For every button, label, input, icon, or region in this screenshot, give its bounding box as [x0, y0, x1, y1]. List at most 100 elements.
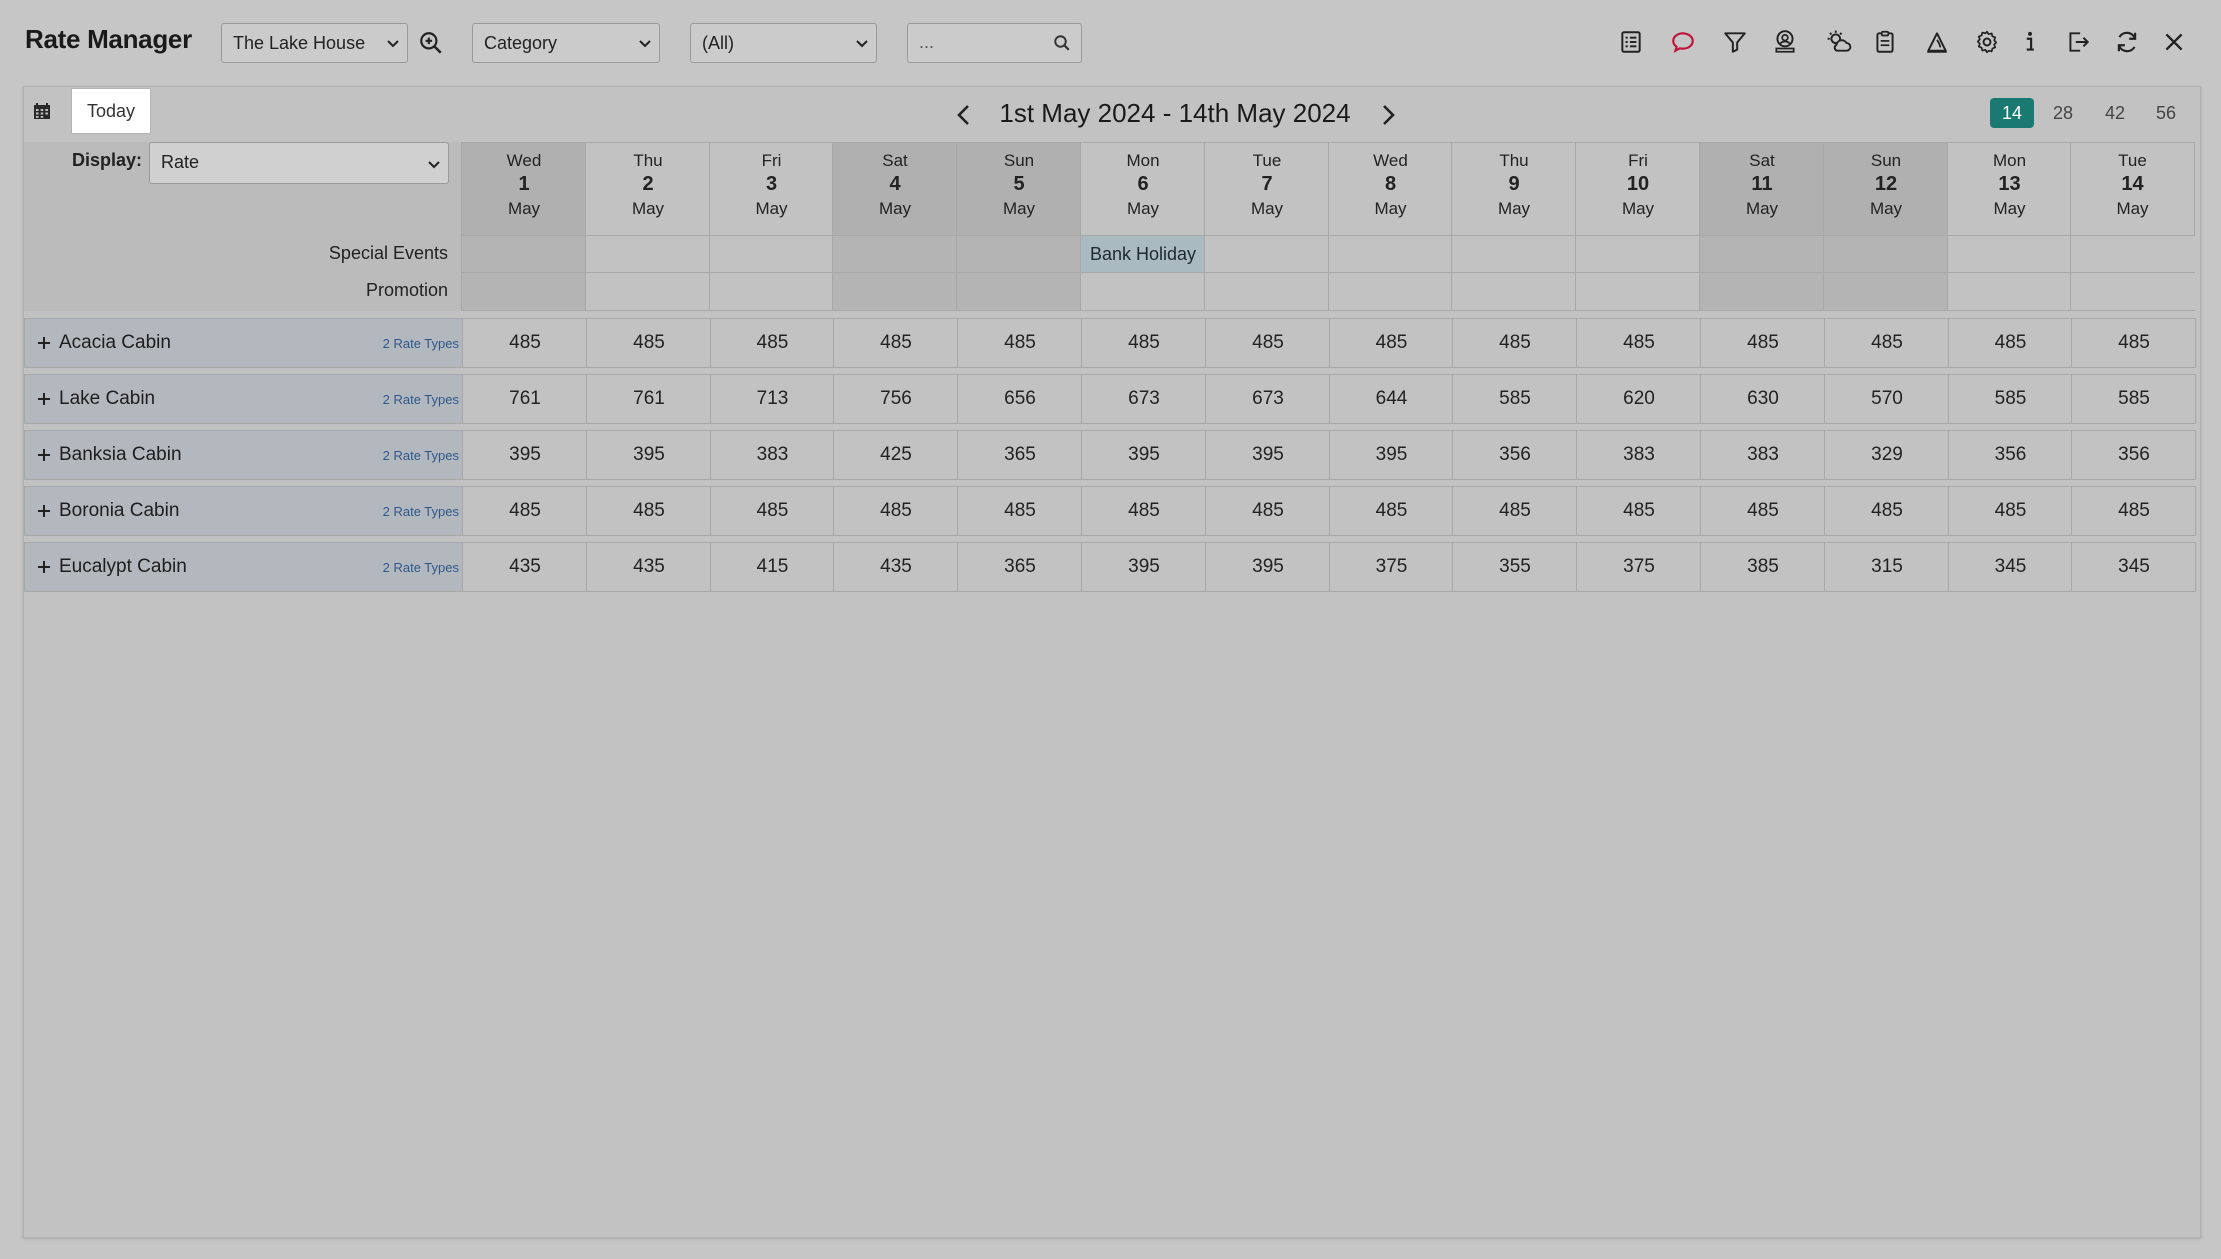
special-event-empty-cell[interactable] — [709, 236, 833, 273]
rate-cell[interactable]: 485 — [1329, 319, 1453, 367]
rate-cell[interactable]: 435 — [586, 543, 711, 591]
special-event-empty-cell[interactable] — [1947, 236, 2071, 273]
chat-icon[interactable] — [1668, 27, 1698, 57]
special-event-empty-cell[interactable] — [1575, 236, 1700, 273]
rate-cell[interactable]: 485 — [833, 319, 958, 367]
category-select[interactable]: Category — [472, 23, 660, 63]
rate-cell[interactable]: 315 — [1824, 543, 1949, 591]
rate-cell[interactable]: 485 — [1948, 319, 2072, 367]
rate-types-link[interactable]: 2 Rate Types — [383, 336, 459, 351]
close-icon[interactable] — [2159, 27, 2189, 57]
rate-cell[interactable]: 485 — [1824, 319, 1949, 367]
rate-cell[interactable]: 395 — [1329, 431, 1453, 479]
today-button[interactable]: Today — [71, 88, 151, 134]
rate-cell[interactable]: 761 — [586, 375, 711, 423]
rate-cell[interactable]: 395 — [462, 431, 587, 479]
rate-cell[interactable]: 673 — [1205, 375, 1330, 423]
rate-cell[interactable]: 435 — [462, 543, 587, 591]
search-icon[interactable] — [1053, 34, 1071, 52]
zoom-14-days[interactable]: 14 — [1990, 98, 2034, 128]
rate-cell[interactable]: 673 — [1081, 375, 1206, 423]
special-event-empty-cell[interactable] — [1328, 236, 1452, 273]
clipboard-icon[interactable] — [1870, 27, 1900, 57]
special-event-empty-cell[interactable] — [461, 236, 586, 273]
weather-icon[interactable] — [1824, 27, 1854, 57]
calendar-icon[interactable] — [32, 101, 52, 121]
rate-cell[interactable]: 485 — [462, 487, 587, 535]
chevron-left-icon[interactable] — [952, 102, 976, 128]
report-icon[interactable] — [1616, 27, 1646, 57]
rate-cell[interactable]: 756 — [833, 375, 958, 423]
rate-cell[interactable]: 485 — [586, 319, 711, 367]
rate-cell[interactable]: 345 — [2071, 543, 2196, 591]
rate-cell[interactable]: 630 — [1700, 375, 1825, 423]
rate-cell[interactable]: 485 — [1576, 487, 1701, 535]
rate-cell[interactable]: 365 — [957, 431, 1082, 479]
chevron-right-icon[interactable] — [1376, 102, 1400, 128]
rate-cell[interactable]: 485 — [1081, 487, 1206, 535]
rate-cell[interactable]: 355 — [1452, 543, 1577, 591]
rate-types-link[interactable]: 2 Rate Types — [383, 560, 459, 575]
filter-select[interactable]: (All) — [690, 23, 877, 63]
rate-cell[interactable]: 644 — [1329, 375, 1453, 423]
rate-types-link[interactable]: 2 Rate Types — [383, 448, 459, 463]
rate-cell[interactable]: 425 — [833, 431, 958, 479]
rate-cell[interactable]: 585 — [1948, 375, 2072, 423]
promotion-cell[interactable] — [1328, 273, 1452, 311]
exit-icon[interactable] — [2063, 27, 2093, 57]
special-event-empty-cell[interactable] — [2070, 236, 2195, 273]
promotion-cell[interactable] — [1823, 273, 1948, 311]
rate-cell[interactable]: 585 — [2071, 375, 2196, 423]
rate-cell[interactable]: 383 — [1576, 431, 1701, 479]
rate-cell[interactable]: 485 — [710, 319, 834, 367]
rate-cell[interactable]: 656 — [957, 375, 1082, 423]
room-name-cell[interactable]: Boronia Cabin 2 Rate Types — [25, 487, 463, 535]
rate-cell[interactable]: 485 — [1700, 319, 1825, 367]
zoom-28-days[interactable]: 28 — [2041, 98, 2085, 128]
zoom-56-days[interactable]: 56 — [2144, 98, 2188, 128]
rate-cell[interactable]: 485 — [1205, 319, 1330, 367]
rate-cell[interactable]: 345 — [1948, 543, 2072, 591]
room-name-cell[interactable]: Lake Cabin 2 Rate Types — [25, 375, 463, 423]
rate-cell[interactable]: 383 — [1700, 431, 1825, 479]
expand-plus-icon[interactable] — [37, 560, 51, 574]
promotion-cell[interactable] — [1947, 273, 2071, 311]
rate-cell[interactable]: 485 — [957, 319, 1082, 367]
alert-icon[interactable] — [1922, 27, 1952, 57]
room-name-cell[interactable]: Eucalypt Cabin 2 Rate Types — [25, 543, 463, 591]
rate-cell[interactable]: 761 — [462, 375, 587, 423]
special-event-empty-cell[interactable] — [1699, 236, 1824, 273]
zoom-42-days[interactable]: 42 — [2093, 98, 2137, 128]
expand-plus-icon[interactable] — [37, 448, 51, 462]
rate-cell[interactable]: 485 — [710, 487, 834, 535]
rate-cell[interactable]: 375 — [1329, 543, 1453, 591]
room-name-cell[interactable]: Acacia Cabin 2 Rate Types — [25, 319, 463, 367]
rate-cell[interactable]: 395 — [1205, 543, 1330, 591]
promotion-cell[interactable] — [1699, 273, 1824, 311]
expand-plus-icon[interactable] — [37, 392, 51, 406]
rate-cell[interactable]: 395 — [586, 431, 711, 479]
room-name-cell[interactable]: Banksia Cabin 2 Rate Types — [25, 431, 463, 479]
info-icon[interactable] — [2015, 27, 2045, 57]
rate-cell[interactable]: 570 — [1824, 375, 1949, 423]
expand-plus-icon[interactable] — [37, 504, 51, 518]
rate-cell[interactable]: 395 — [1205, 431, 1330, 479]
special-event-empty-cell[interactable] — [832, 236, 957, 273]
promotion-cell[interactable] — [1080, 273, 1205, 311]
display-select[interactable]: Rate — [149, 142, 449, 184]
promotion-cell[interactable] — [1451, 273, 1576, 311]
promotion-cell[interactable] — [585, 273, 710, 311]
filter-icon[interactable] — [1720, 27, 1750, 57]
special-event-empty-cell[interactable] — [1204, 236, 1329, 273]
search-input[interactable]: ... — [907, 23, 1082, 63]
promotion-cell[interactable] — [1575, 273, 1700, 311]
rate-cell[interactable]: 585 — [1452, 375, 1577, 423]
refresh-icon[interactable] — [2112, 27, 2142, 57]
rate-cell[interactable]: 383 — [710, 431, 834, 479]
rate-cell[interactable]: 485 — [1824, 487, 1949, 535]
rate-cell[interactable]: 375 — [1576, 543, 1701, 591]
rate-cell[interactable]: 485 — [1452, 319, 1577, 367]
expand-plus-icon[interactable] — [37, 336, 51, 350]
user-account-icon[interactable] — [1770, 27, 1800, 57]
rate-cell[interactable]: 485 — [1205, 487, 1330, 535]
